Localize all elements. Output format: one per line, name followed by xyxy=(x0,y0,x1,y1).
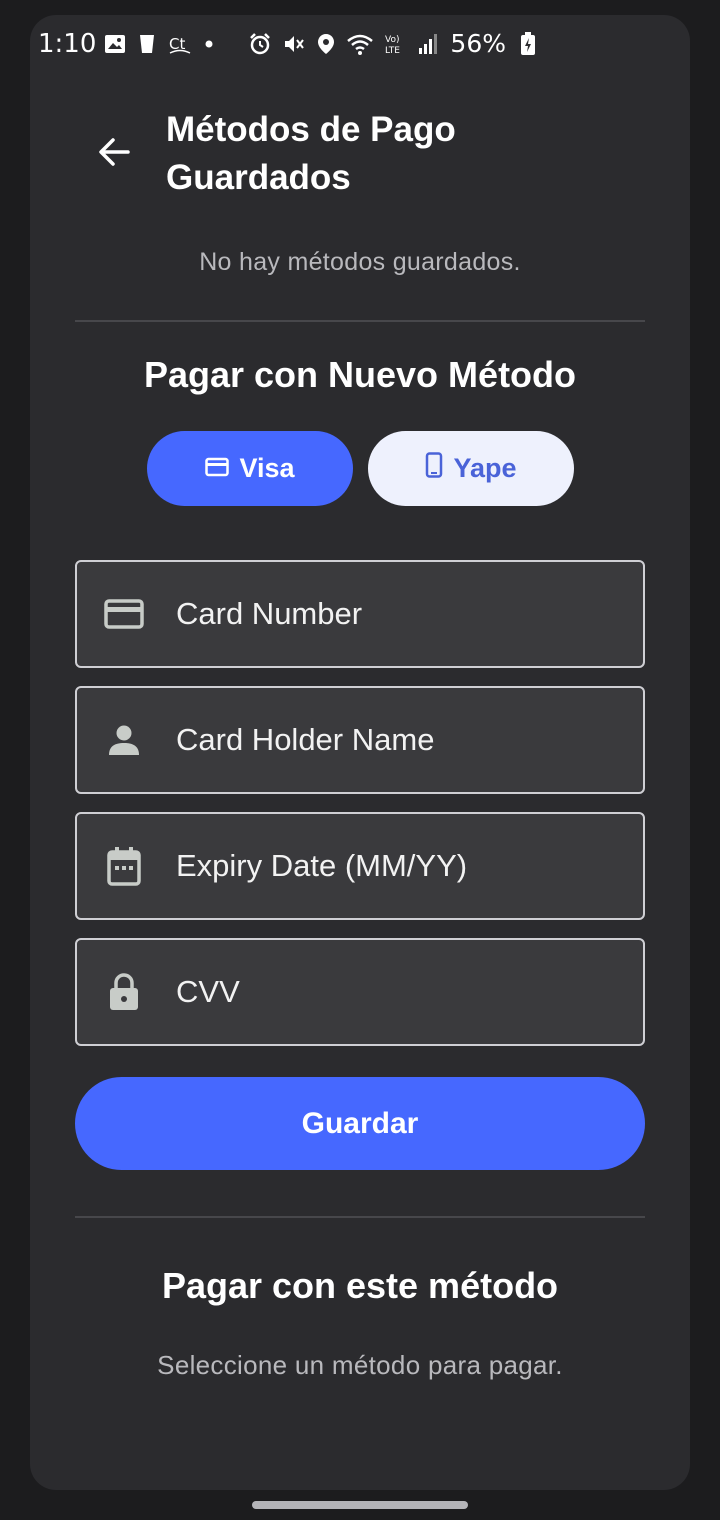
tab-visa-label: Visa xyxy=(239,453,295,483)
pay-section-hint: Seleccione un método para pagar. xyxy=(157,1350,563,1380)
cvv-input[interactable] xyxy=(176,974,643,1010)
status-time: 1:10 xyxy=(38,29,97,59)
credit-card-icon xyxy=(205,453,230,484)
signal-icon xyxy=(418,33,440,55)
battery-icon xyxy=(520,31,536,56)
tab-yape-label: Yape xyxy=(453,453,517,483)
save-button[interactable]: Guardar xyxy=(75,1077,645,1170)
tab-yape[interactable]: Yape xyxy=(368,431,574,506)
phone-icon xyxy=(425,452,443,485)
arrow-left-icon xyxy=(96,134,132,175)
tab-visa[interactable]: Visa xyxy=(147,431,353,506)
wifi-icon xyxy=(346,32,374,56)
cvv-field[interactable] xyxy=(75,938,645,1046)
svg-text:Vo): Vo) xyxy=(385,35,399,45)
card-holder-field[interactable] xyxy=(75,686,645,794)
cup-icon xyxy=(138,33,156,55)
card-number-input[interactable] xyxy=(176,596,643,632)
new-method-title: Pagar con Nuevo Método xyxy=(143,354,577,395)
card-number-field[interactable] xyxy=(75,560,645,668)
svg-text:LTE: LTE xyxy=(385,46,400,56)
expiry-date-field[interactable] xyxy=(75,812,645,920)
battery-percentage: 56% xyxy=(450,29,506,58)
person-icon xyxy=(101,724,147,756)
calendar-icon xyxy=(101,846,147,886)
divider xyxy=(75,1216,645,1218)
pay-section-title: Pagar con este método xyxy=(161,1265,559,1306)
credit-card-icon xyxy=(101,598,147,630)
notification-dot-icon xyxy=(204,39,214,49)
mute-icon xyxy=(282,32,306,56)
status-bar: 1:10 Ct Vo) LTE 56% xyxy=(0,15,720,73)
page-title: Métodos de Pago Guardados xyxy=(166,110,456,197)
gallery-icon xyxy=(104,34,126,54)
expiry-date-input[interactable] xyxy=(176,848,643,884)
alarm-icon xyxy=(248,32,272,56)
location-icon xyxy=(316,32,336,56)
back-button[interactable] xyxy=(90,130,138,178)
card-holder-input[interactable] xyxy=(176,722,643,758)
volte-icon: Vo) LTE xyxy=(384,32,408,56)
home-indicator[interactable] xyxy=(252,1501,468,1509)
divider xyxy=(75,320,645,322)
lock-icon xyxy=(101,972,147,1012)
saved-methods-empty-text: No hay métodos guardados. xyxy=(199,248,521,276)
carrier-icon: Ct xyxy=(168,33,192,55)
